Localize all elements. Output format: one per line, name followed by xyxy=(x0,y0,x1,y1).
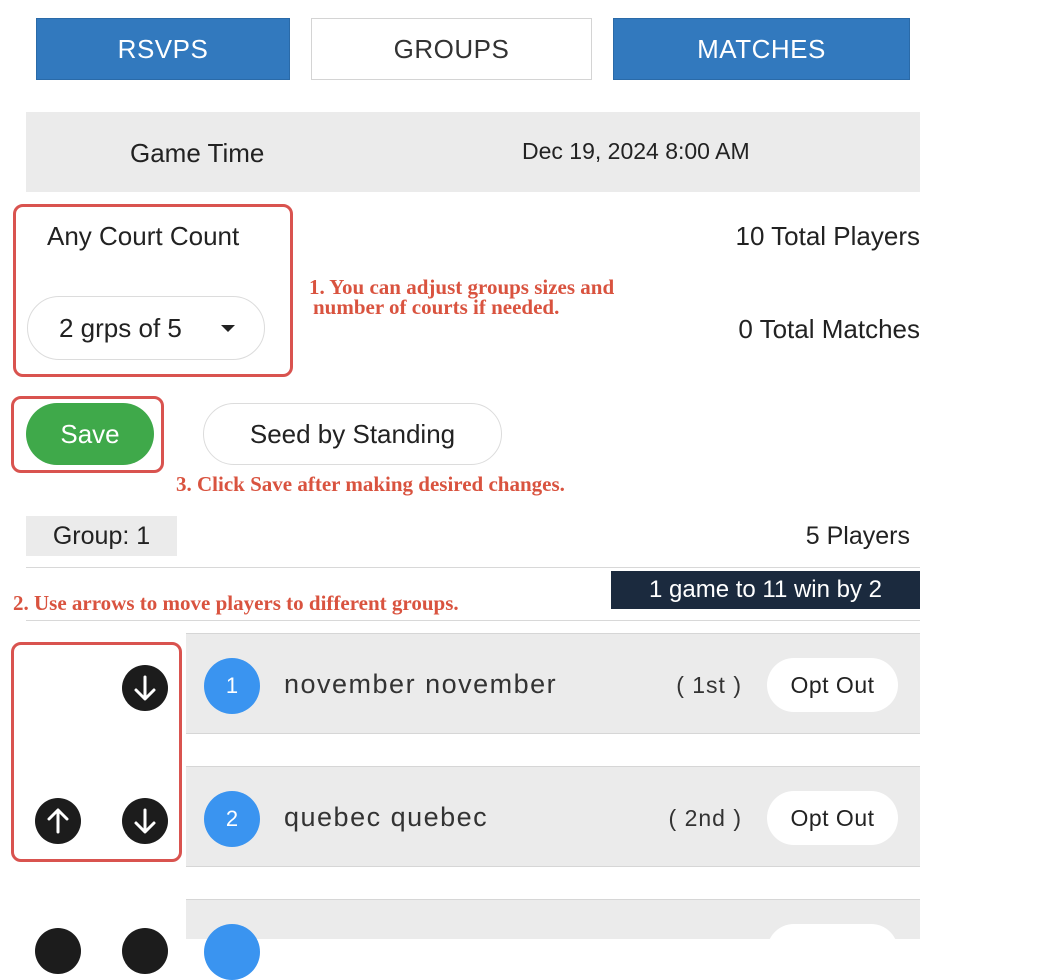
opt-out-button[interactable]: Opt Out xyxy=(767,658,898,712)
annotation-note-1-line-2: number of courts if needed. xyxy=(313,295,560,319)
tab-matches[interactable]: MATCHES xyxy=(613,18,910,80)
annotation-note-1-line-1: 1. You can adjust groups sizes and xyxy=(309,275,615,299)
player-row xyxy=(186,899,920,980)
divider xyxy=(26,620,920,621)
tab-rsvps[interactable]: RSVPS xyxy=(36,18,290,80)
move-down-icon[interactable] xyxy=(122,665,168,711)
game-time-value: Dec 19, 2024 8:00 AM xyxy=(522,138,750,164)
seed-number: 1 xyxy=(204,658,260,714)
annotation-box-save xyxy=(11,396,164,473)
move-up-icon[interactable] xyxy=(35,928,81,974)
total-matches: 0 Total Matches xyxy=(738,314,920,344)
move-down-icon[interactable] xyxy=(122,798,168,844)
annotation-note-2: 2. Use arrows to move players to differe… xyxy=(13,591,459,615)
annotation-note-3: 3. Click Save after making desired chang… xyxy=(176,472,565,496)
player-rank: ( 2nd ) xyxy=(668,805,742,831)
move-up-icon[interactable] xyxy=(35,798,81,844)
player-rank: ( 1st ) xyxy=(676,672,742,698)
move-down-icon[interactable] xyxy=(122,928,168,974)
player-row: 1 november november ( 1st ) Opt Out xyxy=(186,633,920,734)
opt-out-button[interactable]: Opt Out xyxy=(767,791,898,845)
annotation-box-court xyxy=(13,204,293,377)
player-name: quebec quebec xyxy=(284,802,489,832)
player-name: november november xyxy=(284,669,558,699)
seed-number: 2 xyxy=(204,791,260,847)
group-players-count: 5 Players xyxy=(805,522,910,550)
tab-groups[interactable]: GROUPS xyxy=(311,18,592,80)
divider xyxy=(26,567,920,568)
player-row: 2 quebec quebec ( 2nd ) Opt Out xyxy=(186,766,920,867)
game-format-badge: 1 game to 11 win by 2 xyxy=(611,571,920,609)
seed-by-standing-button[interactable]: Seed by Standing xyxy=(203,403,502,465)
annotation-note-1: 1. You can adjust groups sizes and numbe… xyxy=(309,275,615,319)
game-time-label: Game Time xyxy=(130,138,265,168)
group-label: Group: 1 xyxy=(26,516,177,556)
total-players: 10 Total Players xyxy=(735,221,920,251)
game-time-bar: Game Time Dec 19, 2024 8:00 AM xyxy=(26,112,920,192)
seed-number xyxy=(204,924,260,980)
opt-out-button[interactable] xyxy=(767,924,898,978)
